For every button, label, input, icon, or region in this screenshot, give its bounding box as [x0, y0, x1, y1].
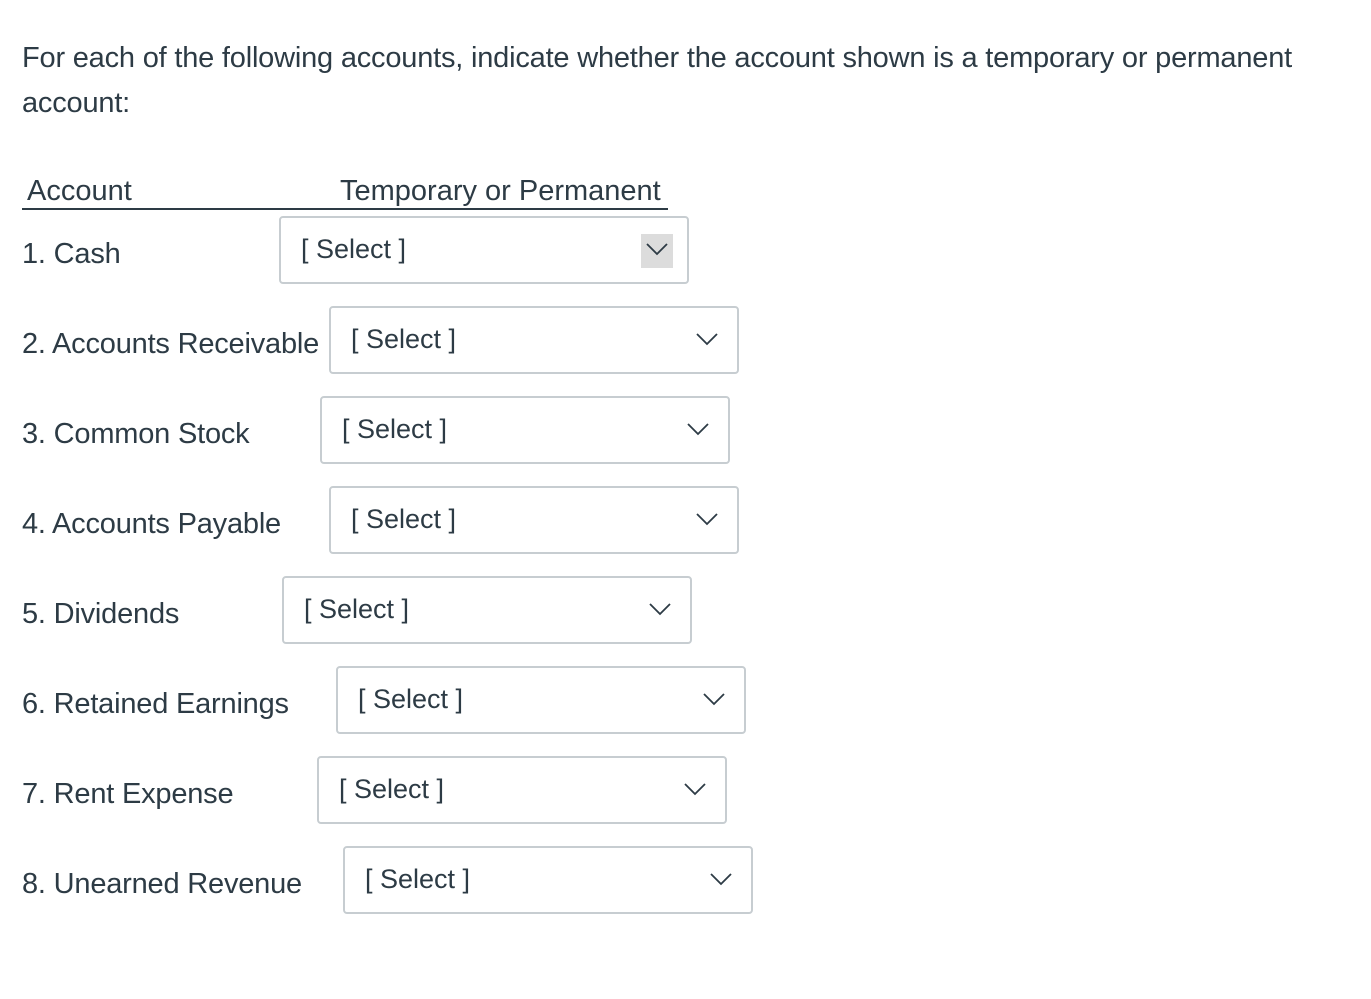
select-accounts-receivable[interactable]: [ Select ] — [329, 306, 739, 374]
select-cash[interactable]: [ Select ] — [279, 216, 689, 284]
table-header: Account Temporary or Permanent — [22, 172, 668, 210]
type-column-header: Temporary or Permanent — [340, 175, 661, 207]
chevron-down-icon — [641, 234, 673, 268]
select-value: [ Select ] — [342, 414, 448, 444]
account-label-accounts-receivable: 2. Accounts Receivable — [22, 328, 320, 360]
chevron-down-icon — [682, 414, 714, 448]
chevron-down-icon — [705, 864, 737, 898]
select-value: [ Select ] — [304, 594, 410, 624]
account-label-accounts-payable: 4. Accounts Payable — [22, 508, 281, 540]
account-label-rent-expense: 7. Rent Expense — [22, 778, 234, 810]
account-label-unearned-revenue: 8. Unearned Revenue — [22, 868, 302, 900]
select-value: [ Select ] — [301, 234, 407, 264]
question-text: For each of the following accounts, indi… — [22, 42, 1292, 119]
select-rent-expense[interactable]: [ Select ] — [317, 756, 727, 824]
select-value: [ Select ] — [358, 684, 464, 714]
select-value: [ Select ] — [365, 864, 471, 894]
account-label-dividends: 5. Dividends — [22, 598, 180, 630]
chevron-down-icon — [644, 594, 676, 628]
select-retained-earnings[interactable]: [ Select ] — [336, 666, 746, 734]
select-unearned-revenue[interactable]: [ Select ] — [343, 846, 753, 914]
select-dividends[interactable]: [ Select ] — [282, 576, 692, 644]
select-value: [ Select ] — [351, 504, 457, 534]
chevron-down-icon — [679, 774, 711, 808]
select-common-stock[interactable]: [ Select ] — [320, 396, 730, 464]
chevron-down-icon — [698, 684, 730, 718]
account-label-retained-earnings: 6. Retained Earnings — [22, 688, 289, 720]
select-accounts-payable[interactable]: [ Select ] — [329, 486, 739, 554]
select-value: [ Select ] — [351, 324, 457, 354]
account-label-common-stock: 3. Common Stock — [22, 418, 250, 450]
select-value: [ Select ] — [339, 774, 445, 804]
account-column-header: Account — [27, 175, 132, 207]
chevron-down-icon — [691, 324, 723, 358]
chevron-down-icon — [691, 504, 723, 538]
account-label-cash: 1. Cash — [22, 238, 121, 270]
